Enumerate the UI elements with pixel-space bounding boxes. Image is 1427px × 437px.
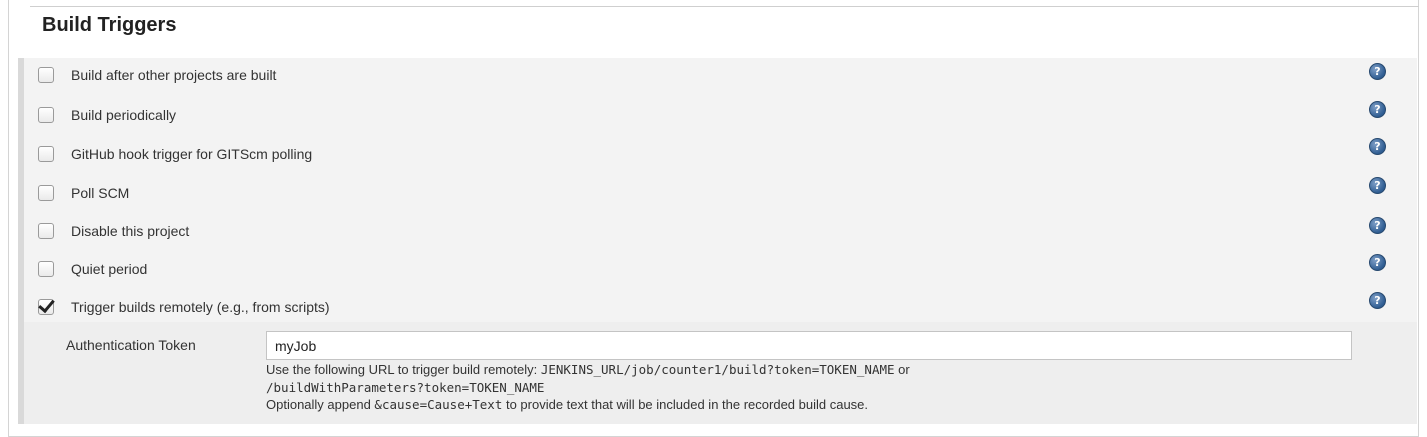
trigger-label: Build after other projects are built (71, 67, 277, 83)
trigger-label: Poll SCM (71, 185, 130, 201)
help-icon[interactable]: ? (1369, 217, 1386, 234)
trigger-disable-project[interactable]: Disable this project (38, 220, 189, 242)
trigger-poll-scm[interactable]: Poll SCM (38, 182, 129, 204)
help-icon[interactable]: ? (1369, 177, 1386, 194)
help-text-fragment: or (894, 362, 910, 377)
trigger-label: Quiet period (71, 261, 148, 277)
help-url-code: /buildWithParameters?token=TOKEN_NAME (266, 379, 545, 395)
trigger-build-periodically[interactable]: Build periodically (38, 104, 176, 126)
help-cause-code: &cause=Cause+Text (374, 397, 503, 412)
help-text-fragment: Optionally append (266, 397, 375, 412)
help-text-fragment: Use the following URL to trigger build r… (266, 362, 541, 377)
checkbox-build-periodically[interactable] (38, 107, 54, 123)
trigger-quiet-period[interactable]: Quiet period (38, 258, 147, 280)
help-icon[interactable]: ? (1369, 138, 1386, 155)
help-line-1: Use the following URL to trigger build r… (266, 361, 1366, 379)
auth-token-help: Use the following URL to trigger build r… (266, 361, 1366, 414)
section-divider (30, 6, 1419, 7)
help-icon[interactable]: ? (1369, 101, 1386, 118)
help-icon[interactable]: ? (1369, 292, 1386, 309)
checkbox-quiet-period[interactable] (38, 261, 54, 277)
checkbox-poll-scm[interactable] (38, 185, 54, 201)
checkbox-trigger-remotely[interactable] (38, 299, 54, 315)
help-line-3: Optionally append &cause=Cause+Text to p… (266, 396, 1366, 414)
trigger-label: GitHub hook trigger for GITScm polling (71, 146, 313, 162)
trigger-github-hook[interactable]: GitHub hook trigger for GITScm polling (38, 143, 312, 165)
trigger-build-after-other-projects[interactable]: Build after other projects are built (38, 64, 276, 86)
help-line-2: /buildWithParameters?token=TOKEN_NAME (266, 379, 1366, 397)
section-title: Build Triggers (42, 14, 177, 36)
help-url-code: JENKINS_URL/job/counter1/build?token=TOK… (540, 362, 895, 377)
checkbox-build-after-other-projects[interactable] (38, 67, 54, 83)
trigger-label: Trigger builds remotely (e.g., from scri… (71, 299, 330, 315)
help-icon[interactable]: ? (1369, 254, 1386, 271)
help-icon[interactable]: ? (1369, 63, 1386, 80)
auth-token-label: Authentication Token (66, 337, 196, 353)
checkbox-disable-project[interactable] (38, 223, 54, 239)
trigger-builds-remotely[interactable]: Trigger builds remotely (e.g., from scri… (38, 296, 330, 318)
trigger-label: Disable this project (71, 223, 190, 239)
auth-token-input[interactable] (266, 331, 1352, 360)
checkbox-github-hook[interactable] (38, 146, 54, 162)
trigger-label: Build periodically (71, 107, 177, 123)
help-text-fragment: to provide text that will be included in… (502, 397, 869, 412)
